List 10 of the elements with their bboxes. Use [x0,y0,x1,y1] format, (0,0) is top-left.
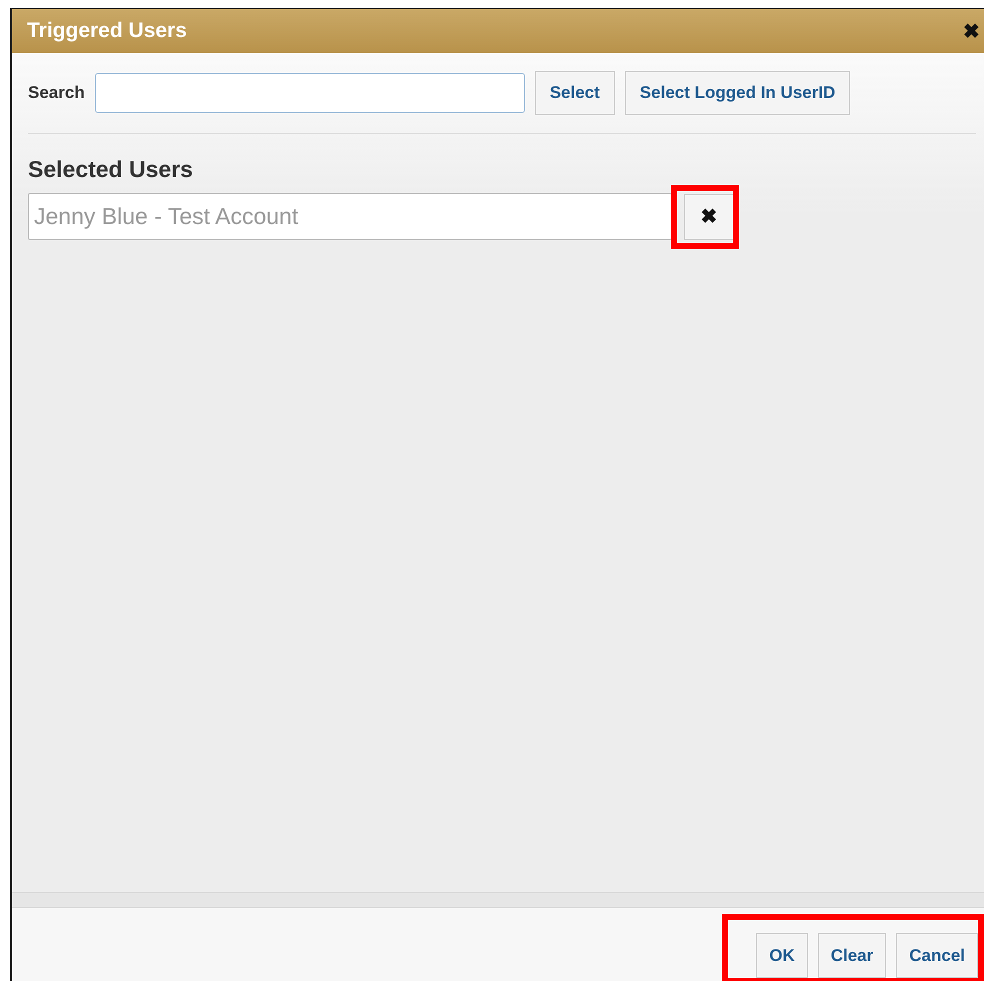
select-button[interactable]: Select Logged In UserID [624,71,850,115]
select-button[interactable]: Select [534,71,615,115]
section-heading: Selected Users [28,156,194,183]
dialog-button[interactable]: OK [756,933,808,978]
close-button[interactable]: ✖ [963,18,980,44]
search-label: Search [28,83,85,103]
search-field[interactable] [94,73,525,113]
dialog-button[interactable]: Clear [818,933,886,978]
window-title: Triggered Users [27,19,187,43]
dialog-button[interactable]: Cancel [896,933,978,978]
